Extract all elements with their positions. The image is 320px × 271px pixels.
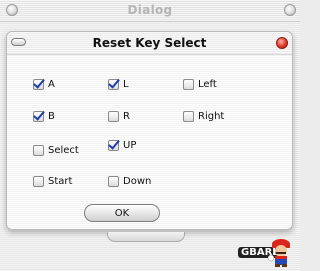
checkbox-b[interactable]: B [33,111,55,122]
checkbox-right-box[interactable] [183,111,194,122]
checkbox-a-box[interactable] [33,79,44,90]
checkbox-l[interactable]: L [108,79,129,90]
checkbox-select-box[interactable] [33,145,44,156]
checkbox-start-box[interactable] [33,176,44,187]
drawer-tab [107,232,185,242]
checkbox-r[interactable]: R [108,111,130,122]
checkbox-l-label: L [123,79,129,90]
checkbox-up[interactable]: UP [108,140,136,151]
checkbox-select[interactable]: Select [33,145,79,156]
checkbox-up-label: UP [123,140,137,151]
checkbox-a[interactable]: A [33,79,55,90]
reset-key-sheet: Reset Key Select A L Left B R Right Sele… [6,31,293,230]
checkbox-up-box[interactable] [108,140,119,151]
checkbox-left-box[interactable] [183,79,194,90]
mario-mascot-icon [267,239,290,267]
checkbox-down[interactable]: Down [108,176,151,187]
sheet-close-icon[interactable] [276,37,288,49]
checkbox-left[interactable]: Left [183,79,217,90]
checkbox-down-box[interactable] [108,176,119,187]
checkbox-select-label: Select [48,145,79,156]
sheet-titlebar: Reset Key Select [7,32,292,55]
window-title: Dialog [127,3,173,17]
checkbox-a-label: A [48,79,55,90]
checkbox-start[interactable]: Start [33,176,72,187]
checkbox-left-label: Left [198,79,217,90]
checkbox-right[interactable]: Right [183,111,224,122]
ok-button[interactable]: OK [84,204,160,222]
checkbox-b-label: B [48,111,55,122]
checkbox-b-box[interactable] [33,111,44,122]
window-zoom-icon[interactable] [284,4,296,16]
checkbox-l-box[interactable] [108,79,119,90]
checkbox-start-label: Start [48,176,73,187]
checkbox-r-label: R [123,111,130,122]
sheet-title: Reset Key Select [92,36,207,50]
checkbox-down-label: Down [123,176,152,187]
checkbox-r-box[interactable] [108,111,119,122]
checkbox-right-label: Right [198,111,225,122]
window-titlebar: Dialog [0,0,300,22]
